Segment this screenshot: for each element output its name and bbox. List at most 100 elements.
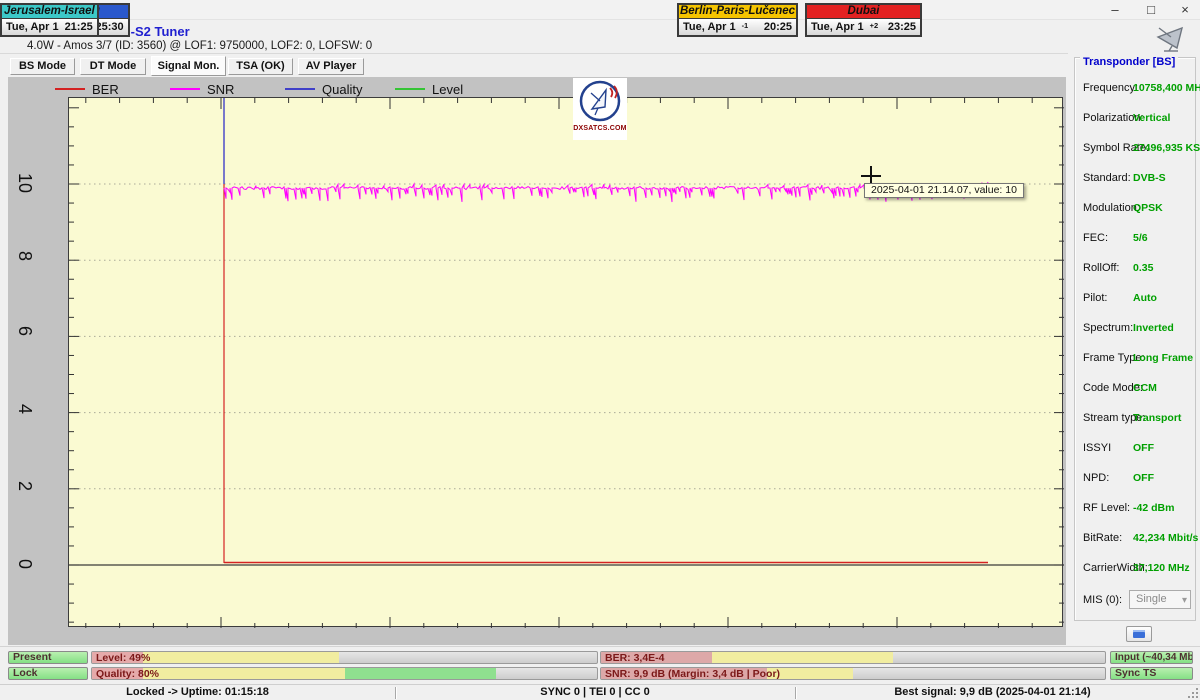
progress-zone — [712, 652, 893, 663]
y-axis-label: 8 — [10, 241, 40, 271]
title-bar: Signal Analyzer – □ × — [0, 0, 1200, 20]
ts-info-button[interactable] — [1126, 626, 1152, 642]
transponder-row: RollOff:0.35 — [1075, 262, 1195, 276]
status-best-signal: Best signal: 9,9 dB (2025-04-01 21:14) — [795, 685, 1190, 700]
y-axis-label: 10 — [10, 168, 40, 198]
clock-city: Berlin-Paris-Lučenec — [679, 5, 796, 19]
transponder-row-value: OFF — [1133, 442, 1154, 454]
snr-progress-bar: SNR: 9,9 dB (Margin: 3,4 dB | Poor) — [600, 667, 1106, 680]
transponder-row-value: Transport — [1133, 412, 1181, 424]
transponder-row: Frame Type:Long Frame — [1075, 352, 1195, 366]
mis-row: MIS (0): Single ▾ — [1075, 590, 1195, 610]
transponder-row: Code Mode:CCM — [1075, 382, 1195, 396]
y-axis-label: 6 — [10, 316, 40, 346]
clock-utc-offset: -1 — [742, 22, 749, 30]
transponder-row: FEC: 5/6 — [1075, 232, 1195, 246]
legend-item-ber: BER — [55, 82, 119, 96]
legend-line-sample — [170, 88, 200, 90]
transponder-row-label: RollOff: — [1083, 262, 1119, 274]
clock-widget-dubai[interactable]: Dubai Tue, Apr 1 +2 23:25 — [805, 3, 922, 37]
clock-widget-berlin[interactable]: Berlin-Paris-Lučenec Tue, Apr 1 -1 20:25 — [677, 3, 798, 37]
tab-bs-mode[interactable]: BS Mode — [10, 58, 75, 75]
input-bitrate-indicator: Input (~40,34 Mbps) — [1110, 651, 1193, 664]
transponder-row-label: NPD: — [1083, 472, 1109, 484]
sync-ts-indicator: Sync TS — [1110, 667, 1193, 680]
transponder-row: Spectrum:Inverted — [1075, 322, 1195, 336]
tab-bar: BS Mode DT Mode Signal Mon. TSA (OK) AV … — [0, 53, 1200, 77]
transponder-row: Polarization:Vertical — [1075, 112, 1195, 126]
close-icon[interactable]: × — [1168, 0, 1200, 20]
quality-progress-label: Quality: 80% — [96, 668, 159, 680]
status-uptime: Locked -> Uptime: 01:15:18 — [0, 685, 395, 700]
transponder-row-value: Long Frame — [1133, 352, 1193, 364]
legend-label: Level — [432, 82, 463, 97]
resize-grip[interactable] — [1188, 688, 1198, 698]
clock-time: 20:25 — [764, 21, 792, 33]
tab-av-player[interactable]: AV Player — [298, 58, 364, 75]
transponder-row-value: Vertical — [1133, 112, 1170, 124]
transponder-row: RF Level:-42 dBm — [1075, 502, 1195, 516]
clock-time: 21:25 — [65, 21, 93, 33]
legend-label: SNR — [207, 82, 234, 97]
transponder-row-label: FEC: — [1083, 232, 1108, 244]
transponder-row-label: Frequency: — [1083, 82, 1138, 94]
transponder-row: Pilot:Auto — [1075, 292, 1195, 306]
minimize-icon[interactable]: – — [1098, 0, 1132, 20]
transponder-row-value: Auto — [1133, 292, 1157, 304]
signal-chart-region: BERSNRQualityLevel 1086420 2025-04-01 21… — [8, 77, 1066, 645]
tab-signal-mon[interactable]: Signal Mon. — [151, 56, 226, 76]
chevron-down-icon: ▾ — [1182, 592, 1187, 609]
y-axis-label: 0 — [10, 549, 40, 579]
transponder-row-value: 5/6 — [1133, 232, 1148, 244]
signal-plot-area[interactable]: 2025-04-01 21.14.07, value: 10 — [68, 97, 1063, 627]
transponder-row-value: Inverted — [1133, 322, 1174, 334]
clock-date: Tue, Apr 1 — [811, 21, 864, 33]
transponder-row-label: ISSYI — [1083, 442, 1111, 454]
clock-city: Jerusalem-Israel — [2, 5, 97, 19]
transponder-groupbox: Transponder [BS] Frequency:10758,400 MHz… — [1074, 57, 1196, 621]
legend-item-level: Level — [395, 82, 463, 96]
clock-time: 23:25 — [888, 21, 916, 33]
mis-dropdown[interactable]: Single ▾ — [1129, 590, 1191, 609]
legend-item-quality: Quality — [285, 82, 362, 96]
status-sync-counters: SYNC 0 | TEI 0 | CC 0 — [395, 685, 795, 700]
transponder-row-value: 37,120 MHz — [1133, 562, 1190, 574]
transponder-row: Modulation:QPSK — [1075, 202, 1195, 216]
transponder-row-value: OFF — [1133, 472, 1154, 484]
transponder-title: Transponder [BS] — [1080, 56, 1178, 68]
transponder-row-label: BitRate: — [1083, 532, 1122, 544]
satellite-dish-icon — [1152, 24, 1188, 52]
clock-date: Tue, Apr 1 — [683, 21, 736, 33]
clock-utc-offset: +2 — [870, 22, 879, 30]
maximize-icon[interactable]: □ — [1134, 0, 1168, 20]
transponder-row: NPD: OFF — [1075, 472, 1195, 486]
mis-label: MIS (0): — [1083, 594, 1122, 606]
tuner-details: 4.0W - Amos 3/7 (ID: 3560) @ LOF1: 97500… — [27, 40, 372, 52]
ber-progress-label: BER: 3,4E-4 — [605, 652, 665, 664]
progress-zone — [767, 668, 853, 679]
transponder-row-value: 42,234 Mbit/s — [1133, 532, 1198, 544]
clock-widget-jerusalem[interactable]: Jerusalem-Israel Tue, Apr 1 21:25 — [0, 3, 99, 37]
legend-line-sample — [55, 88, 85, 90]
ts-window-icon — [1133, 630, 1145, 638]
transponder-row-value: -42 dBm — [1133, 502, 1174, 514]
tab-tsa[interactable]: TSA (OK) — [228, 58, 293, 75]
transponder-row-label: RF Level: — [1083, 502, 1130, 514]
transponder-row: ISSYI OFF — [1075, 442, 1195, 456]
transponder-row: Frequency:10758,400 MHz — [1075, 82, 1195, 96]
legend-line-sample — [285, 88, 315, 90]
bottom-status-panel: Present Lock Level: 49% Quality: 80% BER… — [0, 646, 1200, 684]
lock-indicator: Lock — [8, 667, 88, 680]
transponder-row: BitRate: 42,234 Mbit/s — [1075, 532, 1195, 546]
progress-zone — [143, 668, 345, 679]
level-progress-label: Level: 49% — [96, 652, 150, 664]
tab-dt-mode[interactable]: DT Mode — [80, 58, 146, 75]
signal-chart-svg — [69, 98, 1064, 628]
y-axis-label: 4 — [10, 394, 40, 424]
transponder-row-label: Standard: — [1083, 172, 1131, 184]
clock-date: Tue, Apr 1 — [6, 21, 59, 33]
dxsatcs-logo: DXSATCS.COM — [573, 78, 627, 140]
clock-city: Dubai — [807, 5, 920, 19]
transponder-row-value: 10758,400 MHz — [1133, 82, 1200, 94]
legend-label: BER — [92, 82, 119, 97]
